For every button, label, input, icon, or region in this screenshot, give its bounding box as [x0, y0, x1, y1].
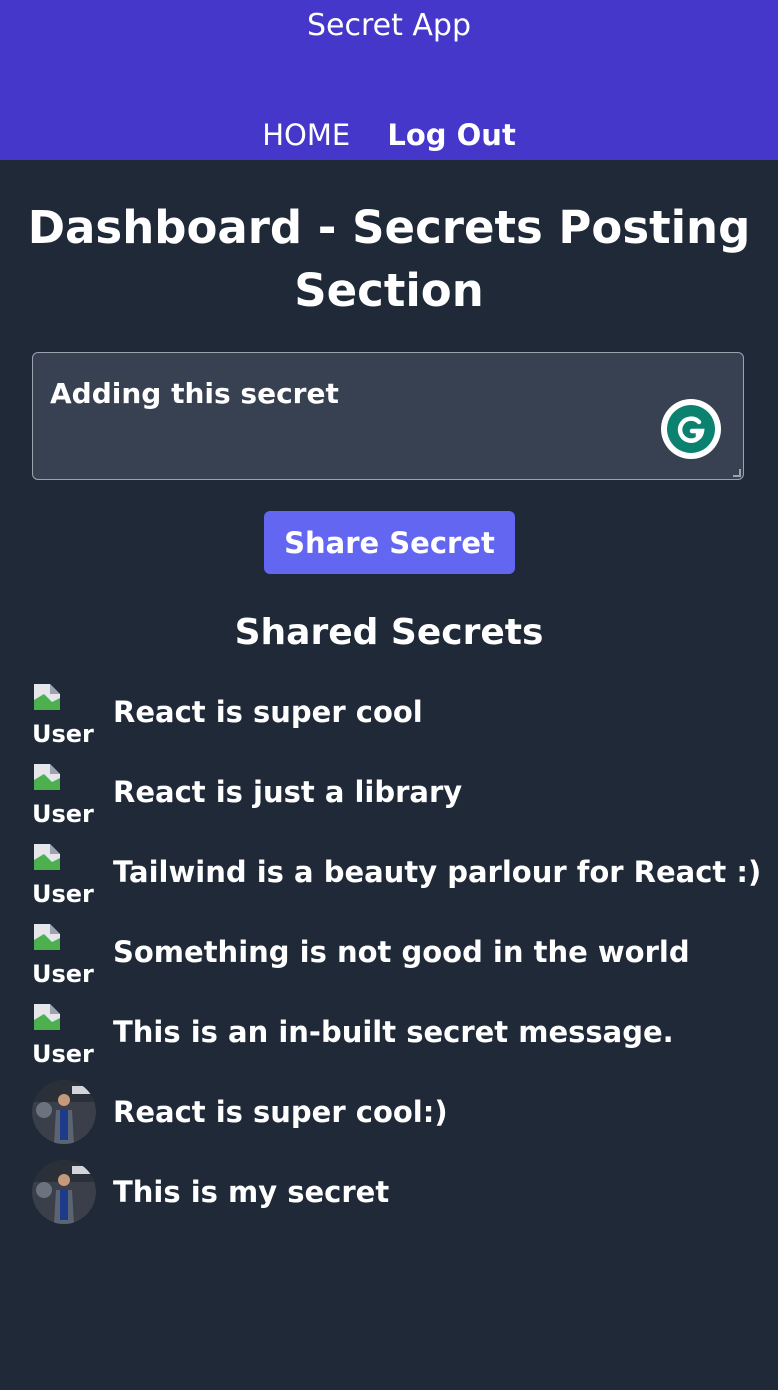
share-secret-button[interactable]: Share Secret: [264, 511, 515, 574]
list-item: User Something is not good in the world: [32, 920, 690, 984]
nav-links: HOME Log Out: [0, 118, 778, 152]
shared-secrets-heading: Shared Secrets: [234, 612, 544, 653]
avatar-alt-text: User: [32, 960, 94, 984]
secret-text: React is super cool: [113, 695, 423, 729]
user-photo-icon: [32, 1080, 96, 1144]
list-item: User React is just a library: [32, 760, 462, 824]
grammarly-icon[interactable]: [661, 399, 721, 459]
avatar-alt-text: User: [32, 720, 94, 744]
top-navbar: Secret App HOME Log Out: [0, 0, 778, 160]
resize-handle-icon[interactable]: [733, 469, 741, 477]
secret-text: React is super cool:): [113, 1095, 448, 1129]
app-title: Secret App: [306, 8, 472, 43]
secret-text: This is my secret: [113, 1175, 390, 1209]
secret-textarea[interactable]: Adding this secret: [32, 352, 744, 480]
list-item: React is super cool:): [32, 1080, 448, 1144]
broken-image-icon: User: [32, 760, 96, 824]
avatar-alt-text: User: [32, 800, 94, 824]
nav-logout-link[interactable]: Log Out: [387, 118, 515, 152]
list-item: User React is super cool: [32, 680, 423, 744]
avatar-alt-text: User: [32, 1040, 94, 1064]
secret-input-value: Adding this secret: [50, 377, 339, 410]
list-item: User This is an in-built secret message.: [32, 1000, 674, 1064]
avatar-alt-text: User: [32, 880, 94, 904]
user-avatar: [32, 1080, 96, 1144]
page-title: Dashboard - Secrets Posting Section: [27, 201, 751, 317]
image-placeholder-icon: [34, 844, 60, 870]
list-item: This is my secret: [32, 1160, 389, 1224]
broken-image-icon: User: [32, 920, 96, 984]
secret-text: React is just a library: [113, 775, 463, 809]
secret-text: This is an in-built secret message.: [113, 1015, 674, 1049]
list-item: User Tailwind is a beauty parlour for Re…: [32, 840, 761, 904]
secret-text: Something is not good in the world: [113, 935, 690, 969]
broken-image-icon: User: [32, 680, 96, 744]
image-placeholder-icon: [34, 764, 60, 790]
user-avatar: [32, 1160, 96, 1224]
nav-home-link[interactable]: HOME: [262, 118, 350, 152]
image-placeholder-icon: [34, 684, 60, 710]
image-placeholder-icon: [34, 1004, 60, 1030]
user-photo-icon: [32, 1160, 96, 1224]
image-placeholder-icon: [34, 924, 60, 950]
grammarly-glyph: [667, 405, 715, 453]
secret-text: Tailwind is a beauty parlour for React :…: [113, 855, 762, 889]
broken-image-icon: User: [32, 1000, 96, 1064]
broken-image-icon: User: [32, 840, 96, 904]
